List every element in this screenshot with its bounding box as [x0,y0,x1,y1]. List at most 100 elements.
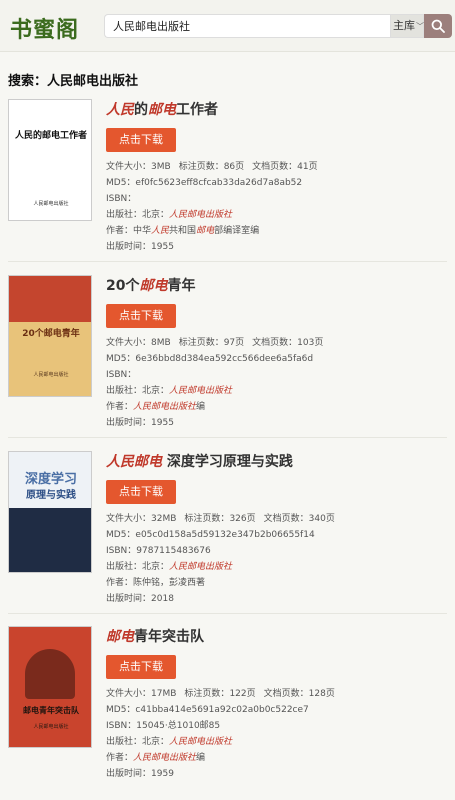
book-cover[interactable]: 邮电青年突击队 人民邮电出版社 [8,626,92,748]
title-highlight: 邮电 [148,102,176,118]
publisher-link[interactable]: 人民邮电出版社 [169,737,232,747]
cover-band [9,276,91,322]
doc-pages-label: 文档页数： [252,338,298,348]
book-title[interactable]: 人民的邮电工作者 [106,99,218,119]
pub-time-info: 出版时间：1955 [106,239,174,255]
title-text: 青年 [167,278,196,294]
book-cover[interactable]: 人民的邮电工作者 人民邮电出版社 [8,99,92,221]
cover-title: 深度学习 [24,472,77,487]
md5-label: MD5： [106,354,136,364]
title-text: 的 [134,102,148,118]
file-info: 文件大小：3MB 标注页数：86页 文档页数：41页 [106,159,318,175]
book-title[interactable]: 邮电青年突击队 [106,626,204,646]
file-info: 文件大小：8MB 标注页数：97页 文档页数：103页 [106,335,323,351]
doc-pages-label: 文档页数： [263,514,309,524]
isbn-info: ISBN：9787115483676 [106,543,211,559]
site-logo[interactable]: 书蜜阁 [10,12,79,44]
marked-pages: 97页 [223,338,245,348]
author-label: 作者： [106,402,134,412]
author-text: 编 [196,402,206,412]
title-highlight: 邮电 [106,629,134,645]
author-link[interactable]: 人民邮电出版社 [133,753,196,763]
author-info: 作者：中华人民共和国邮电部编译室编 [106,223,259,239]
divider [8,261,447,262]
book-title[interactable]: 20个邮电青年 [106,275,195,295]
file-size-label: 文件大小： [106,338,152,348]
md5-label: MD5： [106,705,136,715]
isbn-label: ISBN： [106,546,137,556]
publisher-place: 北京： [142,562,170,572]
book-cover[interactable]: 深度学习 原理与实践 [8,451,92,573]
cover-publisher: 人民邮电出版社 [33,724,69,730]
library-select[interactable]: 主库﹀ [390,14,424,38]
title-text: 工作者 [176,102,218,118]
publisher-link[interactable]: 人民邮电出版社 [169,386,232,396]
download-button[interactable]: 点击下载 [106,128,176,152]
result-item: 20个邮电青年 人民邮电出版社 20个邮电青年 点击下载 文件大小：8MB 标注页… [0,275,455,438]
title-text: 深度学习原理与实践 [162,454,293,470]
author-label: 作者： [106,226,134,236]
author-text: 共和国 [169,226,197,236]
publisher-label: 出版社： [106,386,143,396]
book-title[interactable]: 人民邮电 深度学习原理与实践 [106,451,293,471]
download-button[interactable]: 点击下载 [106,655,176,679]
publisher-label: 出版社： [106,210,143,220]
author-highlight: 邮电 [196,226,215,236]
author-label: 作者： [106,753,134,763]
cover-title: 人民的邮电工作者 [14,131,87,141]
publisher-place: 北京： [142,210,170,220]
pub-year: 1955 [151,242,174,252]
md5-value: c41bba414e5691a92c02a0b0c522ce7 [135,705,309,715]
marked-pages: 86页 [223,162,245,172]
marked-pages-label: 标注页数： [184,514,230,524]
title-highlight: 人民 [106,102,134,118]
doc-pages: 128页 [308,689,335,699]
isbn-value: 9787115483676 [136,546,211,556]
marked-pages-label: 标注页数： [178,338,224,348]
marked-pages-label: 标注页数： [178,162,224,172]
search-button[interactable] [424,14,452,38]
file-info: 文件大小：17MB 标注页数：122页 文档页数：128页 [106,686,335,702]
cover-art [9,508,91,572]
book-cover[interactable]: 20个邮电青年 人民邮电出版社 [8,275,92,397]
title-highlight: 人民邮电 [106,454,162,470]
author-info: 作者：陈仲铭，彭凌西著 [106,575,205,591]
publisher-label: 出版社： [106,562,143,572]
md5-info: MD5：e05c0d158a5d59132e347b2b06655f14 [106,527,315,543]
pub-year: 1955 [151,418,174,428]
pub-time-label: 出版时间： [106,594,152,604]
doc-pages: 103页 [297,338,324,348]
isbn-label: ISBN： [106,370,137,380]
author-highlight: 人民 [151,226,170,236]
publisher-link[interactable]: 人民邮电出版社 [169,562,232,572]
author-link[interactable]: 人民邮电出版社 [133,402,196,412]
divider [8,437,447,438]
cover-publisher: 人民邮电出版社 [33,372,69,378]
result-item: 深度学习 原理与实践 人民邮电 深度学习原理与实践 点击下载 文件大小：32MB… [0,451,455,614]
pub-year: 2018 [151,594,174,604]
download-button[interactable]: 点击下载 [106,480,176,504]
author-text: 陈仲铭，彭凌西著 [133,578,206,588]
download-button[interactable]: 点击下载 [106,304,176,328]
publisher-info: 出版社：北京：人民邮电出版社 [106,383,232,399]
md5-info: MD5：6e36bbd8d384ea592cc566dee6a5fa6d [106,351,313,367]
author-text: 部编译室编 [214,226,260,236]
isbn-info: ISBN： [106,367,136,383]
header: 书蜜阁 主库﹀ [0,0,455,52]
pub-time-label: 出版时间： [106,769,152,779]
search-input[interactable] [104,14,390,38]
doc-pages-label: 文档页数： [263,689,309,699]
md5-info: MD5：c41bba414e5691a92c02a0b0c522ce7 [106,702,309,718]
isbn-value: 15045·总1010邮85 [136,721,221,731]
file-size: 17MB [151,689,177,699]
file-size: 32MB [151,514,177,524]
pub-time-info: 出版时间：1959 [106,766,174,782]
md5-label: MD5： [106,530,136,540]
pub-time-label: 出版时间： [106,418,152,428]
search-icon [431,19,445,33]
title-text: 青年突击队 [134,629,204,645]
file-size-label: 文件大小： [106,162,152,172]
isbn-label: ISBN： [106,721,137,731]
isbn-label: ISBN： [106,194,137,204]
publisher-link[interactable]: 人民邮电出版社 [169,210,232,220]
